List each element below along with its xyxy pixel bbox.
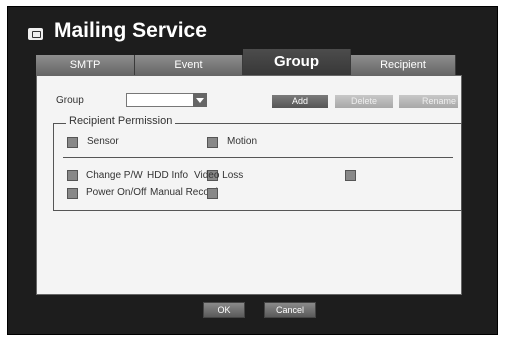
power-onoff-checkbox[interactable] <box>67 188 78 199</box>
ok-button[interactable]: OK <box>203 302 245 318</box>
tab-recipient[interactable]: Recipient <box>351 55 456 75</box>
tab-smtp[interactable]: SMTP <box>36 55 135 75</box>
video-loss-checkbox[interactable] <box>345 170 356 181</box>
cancel-button[interactable]: Cancel <box>264 302 316 318</box>
change-pw-label: Change P/W <box>86 170 143 181</box>
tab-group[interactable]: Group <box>243 49 351 75</box>
motion-label: Motion <box>227 136 258 147</box>
chevron-down-icon[interactable] <box>193 93 207 107</box>
window-title: Mailing Service <box>54 19 207 42</box>
video-loss-label: Video Loss <box>194 170 244 181</box>
rename-button[interactable]: Rename <box>399 95 458 108</box>
sensor-label: Sensor <box>87 136 119 147</box>
change-pw-checkbox[interactable] <box>67 170 78 181</box>
group-select[interactable] <box>126 93 194 107</box>
tab-event[interactable]: Event <box>135 55 243 75</box>
recipient-permission-legend: Recipient Permission <box>66 115 176 127</box>
manual-record-checkbox[interactable] <box>207 188 218 199</box>
group-label: Group <box>56 95 84 106</box>
add-button[interactable]: Add <box>272 95 328 108</box>
motion-checkbox[interactable] <box>207 137 218 148</box>
power-onoff-label: Power On/Off <box>86 187 147 198</box>
separator <box>63 157 453 158</box>
hdd-info-label: HDD Info <box>147 170 189 181</box>
delete-button[interactable]: Delete <box>335 95 393 108</box>
sensor-checkbox[interactable] <box>67 137 78 148</box>
mail-icon <box>28 28 43 40</box>
